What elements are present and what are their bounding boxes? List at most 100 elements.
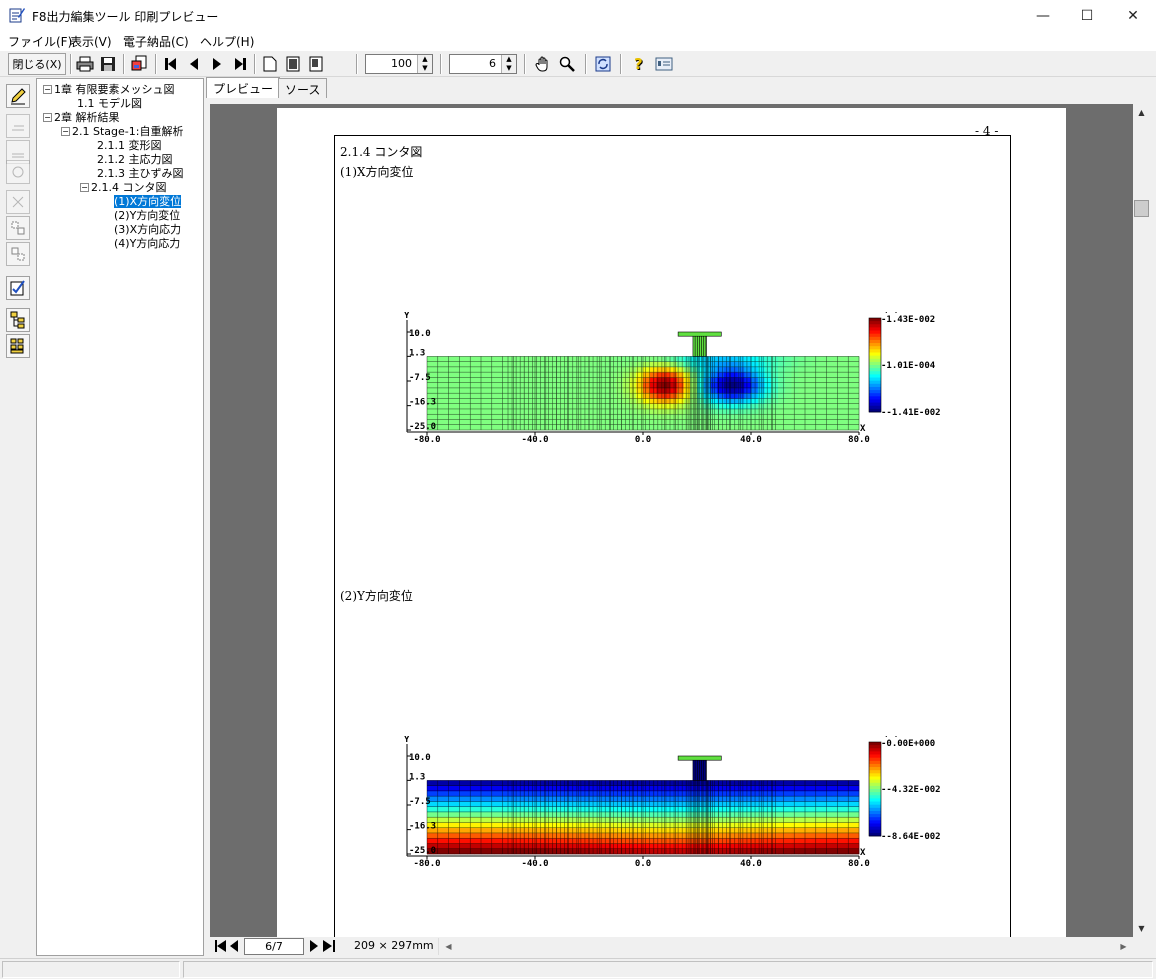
tree-structure-icon[interactable]: [6, 308, 30, 332]
colorbar-label: --1.41E-002: [881, 408, 941, 418]
zoom-spin-arrows[interactable]: ▲ ▼: [417, 55, 432, 73]
close-window-button[interactable]: ✕: [1110, 0, 1156, 31]
page-width-icon[interactable]: [282, 53, 304, 75]
preview-area[interactable]: - 4 - 2.1.4 コンタ図 (1)X方向変位 (2)Y方向変位 Y X 10.…: [210, 104, 1133, 937]
y-tick-label: -25.0: [409, 846, 436, 856]
y-tick-label: -25.0: [409, 422, 436, 432]
page-count-value: 6: [489, 57, 496, 70]
maximize-button[interactable]: ☐: [1064, 0, 1110, 31]
status-bar: [0, 958, 1156, 979]
x-tick-label: 0.0: [635, 435, 651, 445]
x-tick-label: -40.0: [521, 435, 548, 445]
spin-up-icon[interactable]: ▲: [418, 55, 432, 64]
rotate-icon[interactable]: [6, 160, 30, 184]
y-axis-label: Y: [404, 312, 410, 321]
property-check-icon[interactable]: [6, 276, 30, 300]
toolbar-separator: [155, 54, 157, 74]
prev-page-icon[interactable]: [183, 53, 205, 75]
tab-source[interactable]: ソース: [278, 78, 328, 98]
bottom-navigation: 6/7 209 × 297mm ◀ ▶: [210, 937, 1133, 956]
help-icon[interactable]: ??: [628, 53, 650, 75]
document-tree: −1章 有限要素メッシュ図 1.1 モデル図 −2章 解析結果 −2.1 Sta…: [36, 78, 204, 956]
zoom-value: 100: [391, 57, 412, 70]
spin-down-icon[interactable]: ▼: [418, 64, 432, 73]
scroll-left-icon[interactable]: ◀: [441, 938, 456, 955]
export-icon[interactable]: [128, 53, 150, 75]
title-bar: F8出力編集ツール 印刷プレビュー — ☐ ✕: [0, 0, 1156, 31]
y-displacement-contour-chart: Y X 10.0 1.3 -7.5 -16.3 -25.0 -80.0 -40.0 0.0 40.0…: [404, 736, 941, 869]
y-tick-label: 1.3: [409, 348, 425, 358]
move-object-icon[interactable]: [6, 216, 30, 240]
hand-pan-icon[interactable]: [532, 53, 554, 75]
edit-text-icon[interactable]: [6, 114, 30, 138]
pier-structure: [677, 755, 722, 781]
scroll-up-icon[interactable]: ▲: [1133, 104, 1150, 121]
paper-size: 209 × 297mm: [354, 939, 434, 952]
x-tick-label: -80.0: [413, 859, 440, 869]
menu-help[interactable]: ヘルプ(H): [200, 33, 254, 50]
y-axis-label: Y: [404, 736, 410, 745]
next-page-icon[interactable]: [206, 53, 228, 75]
minimize-button[interactable]: —: [1020, 0, 1066, 31]
section-heading: 2.1.4 コンタ図: [340, 145, 423, 159]
first-page-icon[interactable]: [160, 53, 182, 75]
y-tick-label: -16.3: [409, 822, 436, 832]
page-count-spinner[interactable]: 6 ▲ ▼: [449, 54, 517, 74]
next-page-icon[interactable]: [308, 938, 320, 954]
first-page-icon[interactable]: [214, 938, 228, 954]
y-tick-label: 1.3: [409, 772, 425, 782]
horizontal-scrollbar[interactable]: ◀ ▶: [438, 938, 1133, 955]
info-card-icon[interactable]: [653, 53, 675, 75]
colorbar-label: --4.32E-002: [881, 785, 941, 795]
spin-up-icon[interactable]: ▲: [502, 55, 516, 64]
zoom-magnifier-icon[interactable]: [556, 53, 578, 75]
whole-page-icon[interactable]: [305, 53, 327, 75]
left-toolbar: [0, 78, 34, 956]
scatter-icon[interactable]: [6, 190, 30, 214]
scroll-down-icon[interactable]: ▼: [1133, 920, 1150, 937]
scroll-right-icon[interactable]: ▶: [1116, 938, 1131, 955]
y-tick-label: -16.3: [409, 398, 436, 408]
print-icon[interactable]: [74, 53, 96, 75]
toolbar-separator: [440, 54, 442, 74]
copy-object-icon[interactable]: [6, 242, 30, 266]
tab-preview[interactable]: プレビュー: [206, 77, 281, 98]
scroll-thumb[interactable]: [1134, 200, 1149, 217]
tree-item-y-stress[interactable]: (4)Y方向応力: [114, 235, 180, 251]
page-indicator-field[interactable]: 6/7: [244, 938, 304, 955]
spin-down-icon[interactable]: ▼: [502, 64, 516, 73]
app-icon: [9, 8, 25, 23]
status-pane-2: [183, 961, 1153, 978]
mesh-lines: [426, 356, 860, 431]
refresh-icon[interactable]: [592, 53, 614, 75]
x-tick-label: 80.0: [848, 435, 870, 445]
zoom-spinner[interactable]: 100 ▲ ▼: [365, 54, 433, 74]
single-page-icon[interactable]: [259, 53, 281, 75]
prev-page-icon[interactable]: [228, 938, 240, 954]
collapse-icon[interactable]: −: [80, 183, 89, 192]
save-icon[interactable]: [97, 53, 119, 75]
collapse-icon[interactable]: −: [61, 127, 70, 136]
close-preview-button[interactable]: 閉じる(X): [8, 53, 66, 75]
page-count-spin-arrows[interactable]: ▲ ▼: [501, 55, 516, 73]
x-displacement-contour-chart: Y X 10.0 1.3 -7.5 -16.3 -25.0 -80.0 -40.0 0.0 40.0…: [404, 312, 941, 445]
last-page-icon[interactable]: [229, 53, 251, 75]
figure2-title: (2)Y方向変位: [340, 589, 413, 603]
menu-view[interactable]: 表示(V): [70, 33, 112, 50]
collapse-icon[interactable]: −: [43, 85, 52, 94]
x-axis-label: X: [860, 424, 866, 434]
colorbar-label: -1.01E-004: [881, 361, 936, 371]
colorbar: [868, 741, 882, 837]
menu-file[interactable]: ファイル(F): [8, 33, 72, 50]
colorbar-label: -1.43E-002: [881, 315, 935, 325]
x-tick-label: 40.0: [740, 859, 762, 869]
pier-structure: [677, 331, 722, 357]
menu-electronic-delivery[interactable]: 電子納品(C): [123, 33, 189, 50]
collapse-icon[interactable]: −: [43, 113, 52, 122]
mesh-lines: [426, 780, 860, 855]
window-title: F8出力編集ツール 印刷プレビュー: [32, 10, 219, 24]
edit-pencil-icon[interactable]: [6, 84, 30, 108]
grid-layout-icon[interactable]: [6, 334, 30, 358]
vertical-scrollbar[interactable]: ▲ ▼: [1133, 104, 1150, 937]
last-page-icon[interactable]: [322, 938, 336, 954]
